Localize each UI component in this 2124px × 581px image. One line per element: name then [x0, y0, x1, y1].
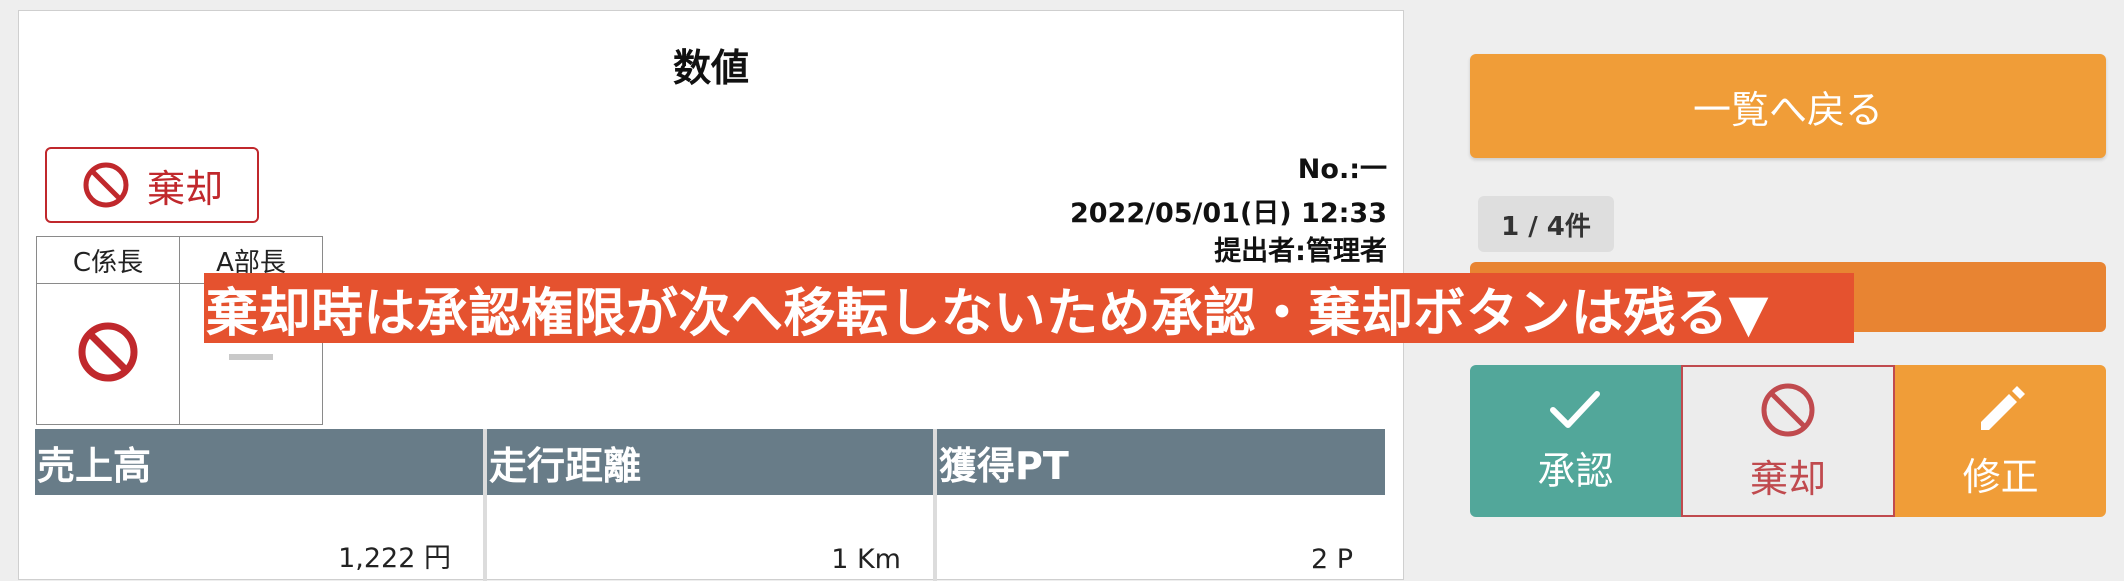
- edit-button-label: 修正: [1962, 454, 2039, 499]
- approver-stamp-rejected: [36, 283, 180, 425]
- prohibited-icon: [83, 162, 129, 208]
- document-submitter: 提出者:管理者: [1214, 236, 1387, 267]
- stats-value: 1,222 円: [35, 495, 487, 581]
- checkmark-icon: [1550, 390, 1601, 428]
- approve-button[interactable]: 承認: [1470, 365, 1681, 517]
- pencil-icon: [1980, 385, 2025, 430]
- dash-icon: [229, 353, 273, 360]
- page-indicator: 1 / 4件: [1478, 196, 1614, 252]
- approve-button-label: 承認: [1537, 448, 1614, 493]
- edit-button[interactable]: 修正: [1895, 365, 2107, 517]
- status-badge: 棄却: [45, 147, 259, 223]
- page-title: 数値: [672, 46, 749, 90]
- prohibited-icon: [78, 322, 138, 382]
- reject-button[interactable]: 棄却: [1680, 365, 1896, 517]
- status-badge-label: 棄却: [146, 166, 223, 211]
- stats-value: 2 P: [1310, 544, 1353, 575]
- document-number: No.:一: [1297, 154, 1387, 185]
- stats-header: 獲得PT: [935, 429, 1385, 495]
- annotation-banner: 棄却時は承認権限が次へ移転しないため承認・棄却ボタンは残る▼: [204, 273, 1854, 344]
- reject-button-label: 棄却: [1750, 456, 1827, 501]
- back-to-list-button[interactable]: 一覧へ戻る: [1470, 54, 2106, 158]
- stats-value: 1 Km: [485, 495, 937, 581]
- stats-table: 売上高 走行距離 獲得PT 1,222 円 1 Km 2 P: [35, 429, 1385, 581]
- stats-header: 売上高: [35, 429, 487, 495]
- prohibited-icon: [1761, 383, 1815, 436]
- approver-name: C係長: [36, 236, 180, 284]
- document-datetime: 2022/05/01(日) 12:33: [1069, 198, 1387, 229]
- action-button-group: 承認 棄却 修正: [1470, 365, 2107, 517]
- stats-header: 走行距離: [485, 429, 937, 495]
